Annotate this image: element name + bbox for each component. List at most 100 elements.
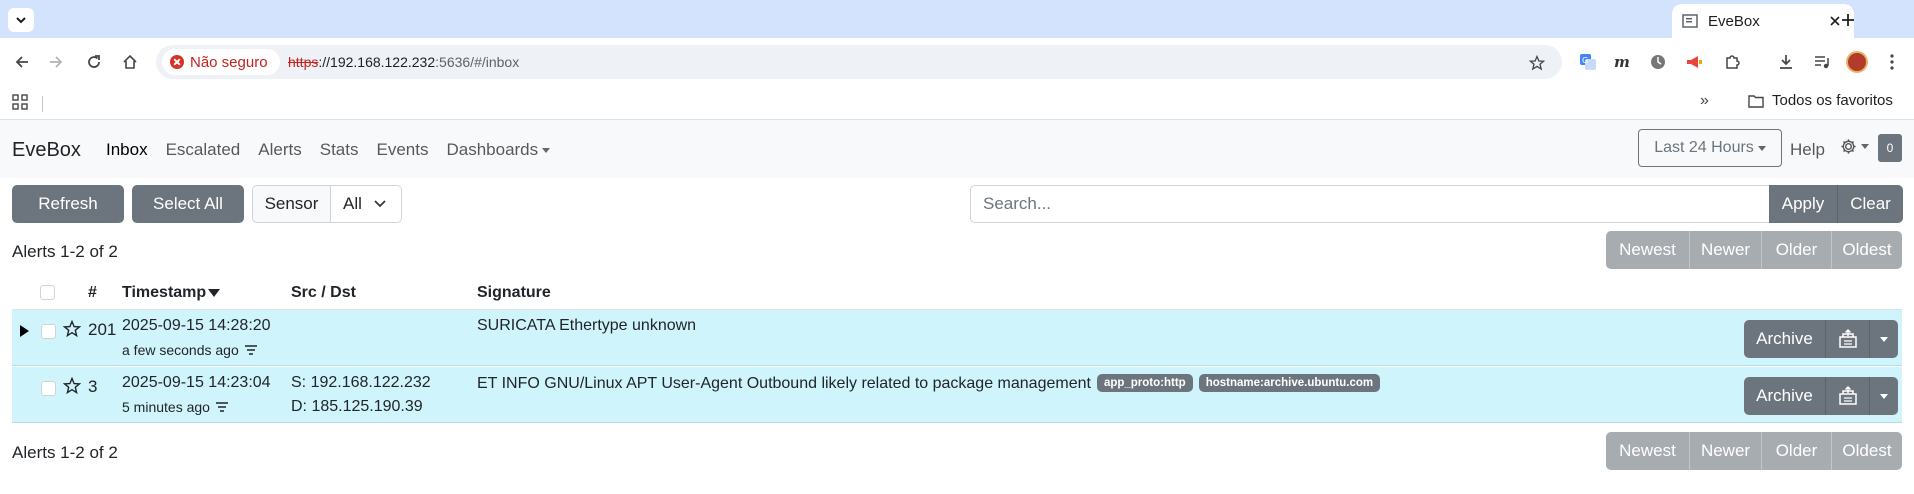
select-all-checkbox[interactable] [40, 285, 55, 300]
browser-tab[interactable]: EveBox [1672, 4, 1854, 38]
url-text[interactable]: https://192.168.122.232:5636/#/inbox [288, 54, 519, 70]
archive-button[interactable]: Archive [1744, 377, 1826, 415]
puzzle-icon [1726, 55, 1740, 69]
header-count: # [88, 284, 97, 301]
pager-bottom: Newest Newer Older Oldest [1606, 432, 1902, 470]
sort-desc-icon [208, 288, 221, 297]
home-icon [123, 54, 137, 69]
extensions-button[interactable] [1720, 50, 1744, 74]
archive-button[interactable]: Archive [1744, 320, 1826, 358]
bookmarks-overflow-button[interactable]: » [1700, 92, 1709, 110]
browser-tab-strip: EveBox [0, 0, 1914, 38]
caret-down-icon [1880, 393, 1888, 399]
expand-triangle-icon[interactable] [20, 325, 29, 337]
sensor-value: All [343, 194, 362, 213]
plus-icon [1842, 14, 1854, 26]
forward-button[interactable] [44, 50, 68, 74]
downloads-button[interactable] [1774, 50, 1798, 74]
alerts-count-top: Alerts 1-2 of 2 [12, 242, 118, 261]
older-button[interactable]: Older [1762, 231, 1832, 269]
m-extension-button[interactable]: m [1610, 50, 1634, 74]
playlist-icon [1815, 56, 1829, 69]
url-scheme: https [288, 54, 319, 70]
time-range-dropdown[interactable]: Last 24 Hours [1638, 129, 1782, 167]
caret-down-icon [1757, 145, 1766, 151]
app-brand[interactable]: EveBox [12, 139, 81, 162]
settings-dropdown[interactable] [1840, 138, 1869, 155]
address-bar[interactable]: Não seguro https://192.168.122.232:5636/… [156, 45, 1562, 79]
tab-search-button[interactable] [8, 8, 34, 32]
back-button[interactable] [10, 50, 34, 74]
newer-button[interactable]: Newer [1690, 231, 1762, 269]
nav-dashboards-dropdown[interactable]: Dashboards [446, 140, 551, 160]
app-navbar: EveBox Inbox Escalated Alerts Stats Even… [0, 120, 1914, 178]
apps-grid-icon[interactable] [12, 94, 28, 110]
nav-escalated[interactable]: Escalated [166, 140, 241, 160]
row-actions-dropdown[interactable] [1870, 320, 1898, 358]
arrow-left-icon [15, 56, 28, 68]
folder-icon [1748, 94, 1764, 108]
profile-avatar[interactable] [1846, 51, 1868, 73]
tag-badge[interactable]: hostname:archive.ubuntu.com [1198, 374, 1381, 392]
tag-badge[interactable]: app_proto:http [1096, 374, 1193, 392]
row-relative-time-label: a few seconds ago [122, 342, 239, 358]
apply-button[interactable]: Apply [1769, 185, 1837, 223]
m-logo-icon: m [1614, 53, 1630, 71]
older-button[interactable]: Older [1762, 432, 1832, 470]
nav-alerts[interactable]: Alerts [258, 140, 301, 160]
arrow-right-icon [50, 56, 63, 68]
pager-top: Newest Newer Older Oldest [1606, 231, 1902, 269]
box-arrow-icon [1838, 329, 1857, 348]
translate-extension-button[interactable]: G [1576, 50, 1600, 74]
nav-stats[interactable]: Stats [320, 140, 359, 160]
filter-icon[interactable] [244, 345, 257, 355]
nav-inbox[interactable]: Inbox [106, 140, 148, 160]
url-host: ://192.168.122.232 [318, 54, 436, 70]
nav-events[interactable]: Events [376, 140, 428, 160]
warning-icon [170, 55, 184, 69]
select-all-button[interactable]: Select All [132, 185, 244, 223]
table-row[interactable]: 3 2025-09-15 14:23:04 5 minutes ago S: 1… [12, 367, 1902, 423]
chevron-down-icon [374, 200, 386, 208]
svg-text:m: m [1614, 53, 1630, 71]
bookmark-star-button[interactable] [1526, 52, 1548, 74]
sensor-select[interactable]: All [331, 186, 401, 222]
row-count: 3 [88, 377, 98, 396]
site-security-chip[interactable]: Não seguro [162, 49, 280, 75]
star-icon[interactable] [63, 377, 81, 395]
newer-button[interactable]: Newer [1690, 432, 1762, 470]
row-timestamp: 2025-09-15 14:23:04 [122, 374, 271, 391]
media-control-button[interactable] [1810, 50, 1834, 74]
row-checkbox[interactable] [41, 381, 56, 396]
row-checkbox[interactable] [41, 324, 56, 339]
oldest-button[interactable]: Oldest [1832, 231, 1902, 269]
bookmarks-bar: » Todos os favoritos [0, 86, 1914, 120]
search-input[interactable] [970, 185, 1770, 223]
escalate-button[interactable] [1826, 320, 1870, 358]
notification-count-badge[interactable]: 0 [1878, 134, 1902, 162]
star-icon [1529, 55, 1545, 71]
reload-button[interactable] [82, 50, 106, 74]
home-button[interactable] [118, 50, 142, 74]
caret-down-icon [1880, 336, 1888, 342]
escalate-button[interactable] [1826, 377, 1870, 415]
circle-extension-button[interactable] [1646, 50, 1670, 74]
clear-button[interactable]: Clear [1837, 185, 1903, 223]
newest-button[interactable]: Newest [1606, 432, 1690, 470]
megaphone-extension-button[interactable] [1682, 50, 1706, 74]
row-actions: Archive [1744, 320, 1898, 358]
all-bookmarks-folder[interactable]: Todos os favoritos [1748, 92, 1893, 109]
newest-button[interactable]: Newest [1606, 231, 1690, 269]
help-link[interactable]: Help [1790, 140, 1825, 160]
sensor-label: Sensor [253, 186, 331, 222]
refresh-button[interactable]: Refresh [12, 185, 124, 223]
star-icon[interactable] [63, 320, 81, 338]
row-actions-dropdown[interactable] [1870, 377, 1898, 415]
caret-down-icon [1861, 144, 1869, 149]
header-timestamp[interactable]: Timestamp [122, 284, 221, 302]
table-row[interactable]: 201 2025-09-15 14:28:20 a few seconds ag… [12, 310, 1902, 366]
browser-menu-button[interactable] [1880, 50, 1904, 74]
oldest-button[interactable]: Oldest [1832, 432, 1902, 470]
filter-icon[interactable] [215, 402, 228, 412]
new-tab-button[interactable] [1836, 8, 1860, 32]
